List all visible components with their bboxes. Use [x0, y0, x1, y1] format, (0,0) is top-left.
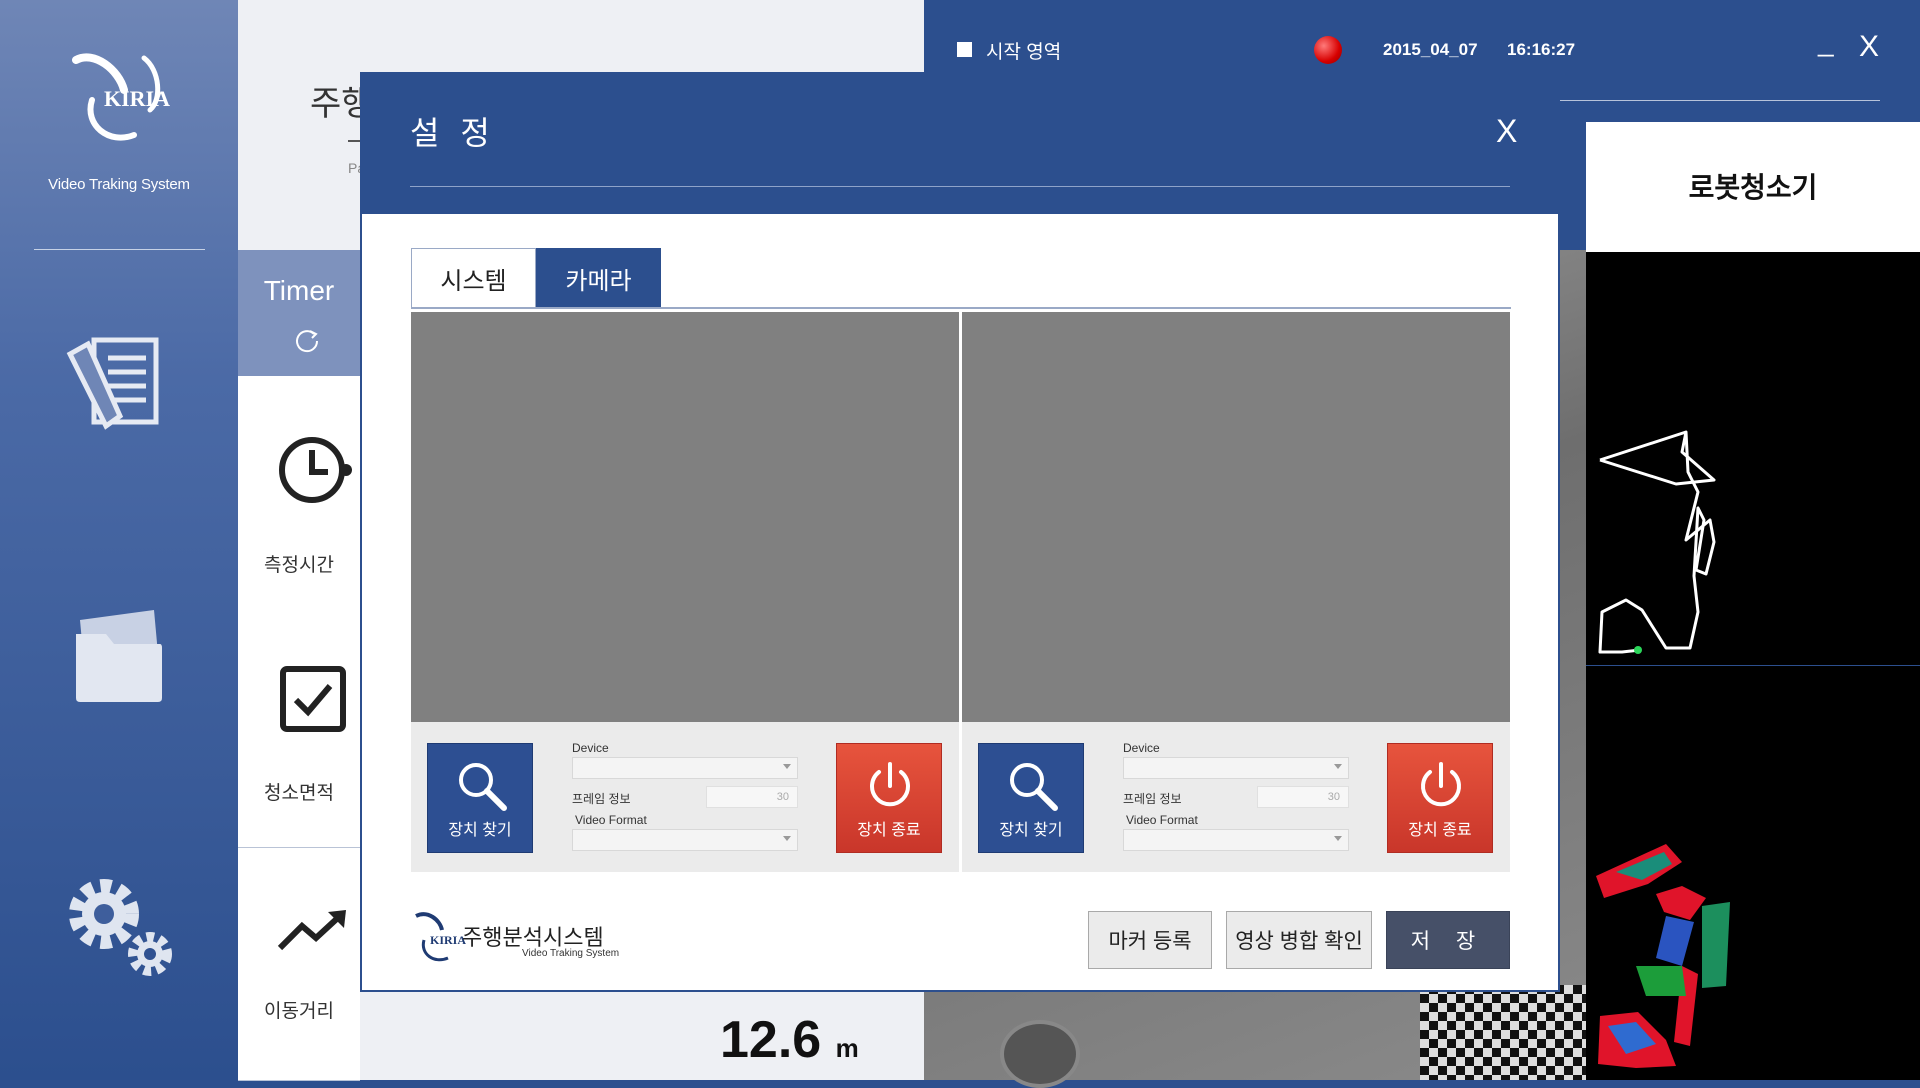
timer-label: Timer [263, 275, 335, 306]
date-display: 2015_04_07 [1383, 40, 1478, 59]
footer-logo-text: KIRIA [430, 933, 466, 947]
stop-device-button-1[interactable]: 장치 종료 [836, 743, 942, 853]
distance-readout: 12.6 m [720, 1010, 859, 1070]
chevron-down-icon [1334, 764, 1342, 769]
brand-subtitle: Video Traking System [48, 176, 190, 193]
start-area-label: 시작 영역 [986, 42, 1062, 63]
trend-up-icon [277, 910, 346, 951]
frame-rate-input-1[interactable]: 30 [706, 786, 798, 808]
dialog-close-button[interactable]: X [1490, 112, 1523, 151]
right-panel-title: 로봇청소기 [1688, 172, 1818, 203]
stop-device-label-1: 장치 종료 [857, 822, 921, 839]
camera-preview-1 [411, 312, 959, 722]
tab-system[interactable]: 시스템 [411, 248, 536, 308]
refresh-icon[interactable] [292, 326, 322, 356]
chevron-down-icon [783, 836, 791, 841]
footer-kiria-logo: KIRIA [415, 912, 466, 962]
camera-preview-2 [962, 312, 1510, 722]
frame-rate-input-2[interactable]: 30 [1257, 786, 1349, 808]
frame-label-2: 프레임 정보 [1123, 792, 1182, 806]
chevron-down-icon [783, 764, 791, 769]
video-format-label-2: Video Format [1126, 813, 1198, 827]
tile-label-measure-time: 측정시간 [264, 555, 334, 576]
robot-marker [1000, 1020, 1080, 1088]
search-icon [459, 763, 507, 811]
coverage-heatmap-shape [1596, 844, 1730, 1068]
marker-register-button[interactable]: 마커 등록 [1088, 911, 1212, 969]
topbar-divider [1560, 100, 1880, 101]
report-icon[interactable] [58, 326, 178, 446]
dialog-header [362, 74, 1558, 214]
device-select-1[interactable] [572, 757, 798, 779]
record-indicator[interactable] [1314, 36, 1342, 64]
stop-device-label-2: 장치 종료 [1408, 822, 1472, 839]
distance-value: 12.6 [720, 1011, 822, 1069]
power-icon [1421, 762, 1461, 807]
chevron-down-icon [1334, 836, 1342, 841]
sidebar-divider [34, 249, 205, 250]
trajectory-path [1598, 430, 1716, 654]
search-icon [1010, 763, 1058, 811]
frame-label-1: 프레임 정보 [572, 792, 631, 806]
distance-unit: m [835, 1033, 859, 1063]
tile-distance[interactable] [238, 848, 360, 1081]
kiria-logo: KIRIA [72, 53, 170, 141]
video-format-select-1[interactable] [572, 829, 798, 851]
window-close-button[interactable]: X [1859, 30, 1879, 64]
device-label-1: Device [572, 741, 609, 755]
dialog-title: 설 정 [410, 115, 496, 151]
save-button[interactable]: 저 장 [1386, 911, 1510, 969]
tab-underline [411, 307, 1511, 309]
device-label-2: Device [1123, 741, 1160, 755]
brand-text: KIRIA [104, 86, 170, 111]
stop-device-button-2[interactable]: 장치 종료 [1387, 743, 1493, 853]
minimize-button[interactable]: _ [1818, 26, 1834, 58]
start-area-checkbox[interactable] [957, 42, 972, 57]
tab-camera[interactable]: 카메라 [536, 248, 661, 308]
tile-label-clean-area: 청소면적 [264, 783, 334, 804]
tile-label-distance: 이동거리 [264, 1001, 334, 1022]
settings-gears-icon[interactable] [58, 862, 178, 982]
footer-brand-sub: Video Traking System [522, 948, 620, 959]
checkerboard-pattern [1420, 985, 1590, 1080]
find-device-label-1: 장치 찾기 [448, 822, 512, 839]
device-select-2[interactable] [1123, 757, 1349, 779]
find-device-button-1[interactable]: 장치 찾기 [427, 743, 533, 853]
merge-check-button[interactable]: 영상 병합 확인 [1226, 911, 1372, 969]
clock-icon [279, 437, 352, 503]
find-device-label-2: 장치 찾기 [999, 822, 1063, 839]
find-device-button-2[interactable]: 장치 찾기 [978, 743, 1084, 853]
video-format-label-1: Video Format [575, 813, 647, 827]
video-format-select-2[interactable] [1123, 829, 1349, 851]
checkbox-icon [280, 666, 346, 732]
time-display: 16:16:27 [1507, 40, 1576, 59]
folder-icon[interactable] [58, 600, 178, 720]
dialog-header-divider [410, 186, 1510, 187]
power-icon [870, 762, 910, 807]
timer-tile[interactable] [238, 250, 360, 376]
